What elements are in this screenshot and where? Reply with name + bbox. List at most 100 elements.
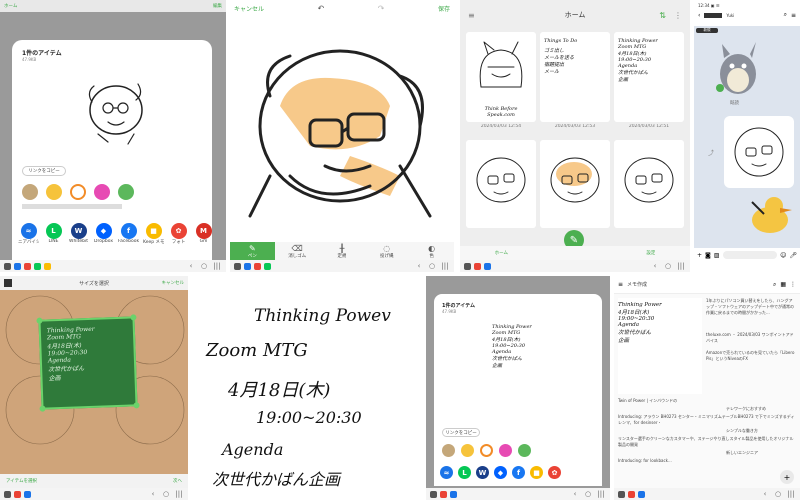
grid-icon[interactable]: ▦	[780, 281, 786, 288]
feed-link[interactable]: 新しいエンジニア	[726, 450, 796, 456]
home-icon[interactable]: ○	[663, 262, 673, 270]
cancel-button[interactable]: キャンセル	[162, 280, 185, 286]
app-icon[interactable]	[24, 262, 31, 270]
app-icon[interactable]	[4, 262, 11, 270]
home-link[interactable]: ホーム	[4, 3, 17, 9]
contact-avatar[interactable]	[442, 444, 455, 457]
app-icon[interactable]	[254, 262, 261, 270]
contact-avatar[interactable]	[518, 444, 531, 457]
feed-link[interactable]: シンプルな働き方	[726, 428, 796, 434]
back-icon[interactable]: ‹	[570, 490, 580, 498]
app-icon[interactable]	[638, 490, 645, 498]
recents-icon[interactable]: |||	[174, 490, 184, 498]
app-icon[interactable]	[430, 490, 437, 498]
sort-icon[interactable]: ⇅	[659, 11, 666, 20]
plus-icon[interactable]: +	[697, 252, 702, 259]
recents-icon[interactable]: |||	[596, 490, 606, 498]
share-app[interactable]: f Facebook	[118, 218, 139, 245]
lasso-tool[interactable]: ◌ 投げ縄	[364, 242, 409, 260]
copy-link-chip[interactable]: リンクをコピー	[22, 166, 66, 176]
home-icon[interactable]: ○	[583, 490, 593, 498]
app-icon[interactable]	[618, 490, 625, 498]
eraser-tool[interactable]: ⌫ 消しゴム	[275, 242, 320, 260]
contact-avatar[interactable]	[499, 444, 512, 457]
color-tool[interactable]: ◐ 色	[409, 242, 454, 260]
back-icon[interactable]: ‹	[148, 490, 158, 498]
app-icon[interactable]	[4, 490, 11, 498]
contact-avatar[interactable]	[46, 184, 62, 200]
share-app[interactable]: ■ Keep メモ	[143, 218, 164, 245]
home-icon[interactable]: ○	[773, 490, 783, 498]
crop-selection[interactable]: Thinking Power Zoom MTG 4月18日(木) 19:00~2…	[36, 314, 140, 412]
app-icon[interactable]	[628, 490, 635, 498]
copy-link-chip[interactable]: リンクをコピー	[442, 428, 480, 437]
feed-item[interactable]: Amazonで売られているのを見ていたら「Libero Pis」というNivea…	[706, 350, 796, 370]
pen-tool[interactable]: ✎ ペン	[230, 242, 275, 260]
image-icon[interactable]: ▨	[714, 252, 720, 259]
recents-icon[interactable]: |||	[676, 262, 686, 270]
ruler-tool[interactable]: ╂ 定規	[320, 242, 365, 260]
undo-icon[interactable]: ↶	[318, 4, 325, 13]
menu-icon[interactable]: ≡	[618, 281, 623, 288]
redo-icon[interactable]: ↷	[378, 4, 385, 13]
contact-avatar[interactable]	[118, 184, 134, 200]
back-icon[interactable]	[4, 279, 12, 287]
message-input[interactable]	[722, 251, 778, 259]
fab-add[interactable]: +	[780, 470, 794, 484]
app-icon[interactable]	[440, 490, 447, 498]
app-icon[interactable]	[450, 490, 457, 498]
facebook-icon[interactable]: f	[512, 466, 525, 479]
menu-icon[interactable]: ≡	[468, 11, 475, 20]
contact-avatar[interactable]	[22, 184, 38, 200]
note-card[interactable]: Thinking Power Zoom MTG 4月18日(木) 19:00~2…	[614, 32, 684, 122]
share-icon[interactable]: ⤴	[708, 148, 714, 157]
app-icon[interactable]	[14, 262, 21, 270]
feed-item[interactable]: 1年ぶりにパソコン買い替えをしたら、ハングアップ・ソフトウェアのアップデート中で…	[706, 298, 796, 328]
back-icon[interactable]: ‹	[650, 262, 660, 270]
whitebit-icon[interactable]: W	[476, 466, 489, 479]
app-icon[interactable]	[464, 262, 471, 270]
home-icon[interactable]: ○	[161, 490, 171, 498]
share-app[interactable]: ≈ニアバイシェア	[18, 218, 39, 245]
note-card[interactable]	[614, 140, 684, 228]
feed-item[interactable]: theluxe.com ・ 2024/03/03 ワンポイントアドバイス	[706, 332, 796, 346]
next-button[interactable]: 次へ	[173, 478, 182, 484]
emoji-icon[interactable]: ☺	[780, 252, 786, 259]
app-icon[interactable]	[244, 262, 251, 270]
recents-icon[interactable]: |||	[786, 490, 796, 498]
share-app[interactable]: L LINE	[43, 218, 64, 245]
crop-handle[interactable]	[36, 317, 43, 324]
more-icon[interactable]: ⋮	[674, 11, 682, 20]
mic-icon[interactable]: 🎤︎	[789, 252, 797, 259]
contact-avatar[interactable]	[480, 444, 493, 457]
drawing-canvas[interactable]	[230, 16, 454, 240]
recents-icon[interactable]: |||	[440, 262, 450, 270]
image-message[interactable]	[724, 116, 794, 188]
menu-icon[interactable]: ≡	[791, 12, 796, 19]
dropbox-icon[interactable]: ◆	[494, 466, 507, 479]
contact-avatar[interactable]	[461, 444, 474, 457]
camera-icon[interactable]: ◙	[705, 252, 711, 259]
app-icon[interactable]	[264, 262, 271, 270]
keep-icon[interactable]: ■	[530, 466, 543, 479]
search-icon[interactable]: ⌕	[773, 281, 776, 289]
back-icon[interactable]: ‹	[698, 12, 700, 19]
home-icon[interactable]: ○	[427, 262, 437, 270]
nav-settings[interactable]: 設定	[646, 250, 655, 256]
nearby-share-icon[interactable]: ≈	[440, 466, 453, 479]
app-icon[interactable]	[44, 262, 51, 270]
home-icon[interactable]: ○	[199, 262, 209, 270]
back-icon[interactable]: ‹	[186, 262, 196, 270]
edit-link[interactable]: 編集	[213, 3, 222, 9]
app-icon[interactable]	[474, 262, 481, 270]
search-icon[interactable]: ⌕	[784, 11, 787, 19]
app-icon[interactable]	[234, 262, 241, 270]
save-button[interactable]: 保存	[438, 4, 450, 13]
app-icon[interactable]	[14, 490, 21, 498]
feed-link[interactable]: テレワークにおすすめ	[726, 406, 796, 412]
note-card[interactable]: Things To Do ゴミ出し メールを送る 宿題提出 メール	[540, 32, 610, 122]
line-icon[interactable]: L	[458, 466, 471, 479]
nav-home[interactable]: ホーム	[495, 250, 508, 256]
select-item-button[interactable]: アイテムを選択	[6, 478, 37, 484]
photos-icon[interactable]: ✿	[548, 466, 561, 479]
